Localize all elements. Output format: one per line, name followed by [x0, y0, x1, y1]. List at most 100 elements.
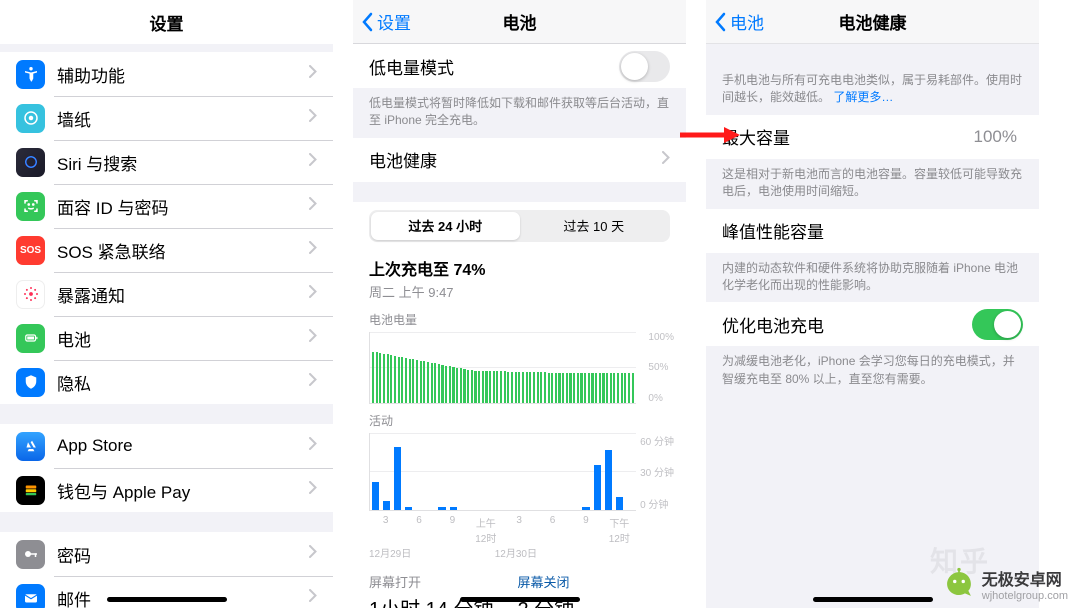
low-power-toggle[interactable]	[619, 51, 670, 82]
max-capacity-desc: 这是相对于新电池而言的电池容量。容量较低可能导致充电后，电池使用时间缩短。	[706, 159, 1039, 209]
row-max-capacity[interactable]: 最大容量 100%	[706, 115, 1039, 159]
max-capacity-value: 100%	[974, 127, 1017, 147]
chevron-right-icon	[662, 151, 670, 169]
ytick: 60 分钟	[640, 433, 674, 448]
chevron-right-icon	[309, 109, 317, 127]
back-button[interactable]: 电池	[714, 9, 764, 34]
row-label: 暴露通知	[57, 282, 309, 307]
sos-icon: SOS	[16, 236, 45, 265]
home-indicator	[107, 597, 227, 602]
row-label: Siri 与搜索	[57, 150, 309, 175]
screen-battery-health: 电池 电池健康 手机电池与所有可充电电池类似，属于易耗部件。使用时间越长，能效越…	[706, 0, 1039, 608]
chevron-right-icon	[309, 373, 317, 391]
row-faceid[interactable]: 面容 ID 与密码	[0, 184, 333, 228]
row-peak-performance[interactable]: 峰值性能容量	[706, 209, 1039, 253]
row-label: 低电量模式	[369, 54, 619, 79]
site-watermark: 无极安卓网 wjhotelgroup.com	[942, 566, 1068, 602]
row-label: 最大容量	[722, 124, 974, 149]
settings-group-2: App Store 钱包与 Apple Pay	[0, 424, 333, 512]
row-label: 辅助功能	[57, 62, 309, 87]
row-exposure[interactable]: 暴露通知	[0, 272, 333, 316]
chevron-right-icon	[309, 285, 317, 303]
settings-group-1: 辅助功能 墙纸 Siri 与搜索 面容 ID 与密码 SOS SO	[0, 52, 333, 404]
date-b: 12月30日	[444, 545, 588, 560]
chart-xaxis-dates: 12月29日 12月30日	[369, 545, 670, 560]
chart-activity: 60 分钟 30 分钟 0 分钟	[369, 433, 670, 511]
battery-icon	[16, 324, 45, 353]
row-label: SOS 紧急联络	[57, 238, 309, 263]
chart-activity-label: 活动	[369, 412, 670, 429]
row-sos[interactable]: SOS SOS 紧急联络	[0, 228, 333, 272]
exposure-icon	[16, 280, 45, 309]
nav-bar: 电池 电池健康	[706, 0, 1039, 44]
chevron-right-icon	[309, 329, 317, 347]
chart-xaxis: 369上午12时369下午12时	[369, 515, 670, 545]
watermark-logo-icon	[942, 567, 976, 601]
appstore-icon	[16, 432, 45, 461]
row-low-power[interactable]: 低电量模式	[353, 44, 686, 88]
row-battery-health[interactable]: 电池健康	[353, 138, 686, 182]
chevron-right-icon	[309, 589, 317, 607]
wallet-icon	[16, 476, 45, 505]
row-mail[interactable]: 邮件	[0, 576, 333, 608]
row-label: 电池	[57, 326, 309, 351]
row-wallpaper[interactable]: 墙纸	[0, 96, 333, 140]
learn-more-link[interactable]: 了解更多…	[833, 90, 893, 104]
row-passwords[interactable]: 密码	[0, 532, 333, 576]
segment-10d[interactable]: 过去 10 天	[520, 212, 669, 240]
ytick: 50%	[648, 362, 674, 373]
low-power-desc: 低电量模式将暂时降低如下载和邮件获取等后台活动，直至 iPhone 完全充电。	[353, 88, 686, 138]
time-range-segmented[interactable]: 过去 24 小时 过去 10 天	[369, 210, 670, 242]
chevron-right-icon	[309, 241, 317, 259]
ytick: 0 分钟	[640, 496, 674, 511]
watermark-title: 无极安卓网	[982, 566, 1068, 590]
home-indicator	[460, 597, 580, 602]
screen-off-label: 屏幕关闭	[517, 572, 574, 591]
row-privacy[interactable]: 隐私	[0, 360, 333, 404]
row-label: 钱包与 Apple Pay	[57, 478, 309, 503]
row-siri[interactable]: Siri 与搜索	[0, 140, 333, 184]
last-charge-title: 上次充电至 74%	[369, 252, 670, 280]
segment-24h[interactable]: 过去 24 小时	[371, 212, 520, 240]
row-label: 优化电池充电	[722, 312, 972, 337]
accessibility-icon	[16, 60, 45, 89]
chevron-right-icon	[309, 65, 317, 83]
row-optimize-charging[interactable]: 优化电池充电	[706, 302, 1039, 346]
row-label: 电池健康	[369, 147, 662, 172]
home-indicator	[813, 597, 933, 602]
key-icon	[16, 540, 45, 569]
row-accessibility[interactable]: 辅助功能	[0, 52, 333, 96]
row-wallet[interactable]: 钱包与 Apple Pay	[0, 468, 333, 512]
wallpaper-icon	[16, 104, 45, 133]
row-label: 峰值性能容量	[722, 218, 1023, 243]
nav-bar: 设置 电池	[353, 0, 686, 44]
chevron-right-icon	[309, 437, 317, 455]
back-label: 电池	[730, 9, 764, 34]
screen-battery: 设置 电池 低电量模式 低电量模式将暂时降低如下载和邮件获取等后台活动，直至 i…	[353, 0, 686, 608]
nav-title: 电池健康	[839, 9, 907, 34]
faceid-icon	[16, 192, 45, 221]
optimize-toggle[interactable]	[972, 309, 1023, 340]
ytick: 100%	[648, 332, 674, 343]
siri-icon	[16, 148, 45, 177]
chevron-right-icon	[309, 481, 317, 499]
privacy-icon	[16, 368, 45, 397]
chevron-right-icon	[309, 153, 317, 171]
nav-bar: 设置	[0, 0, 333, 44]
row-label: 墙纸	[57, 106, 309, 131]
row-label: 面容 ID 与密码	[57, 194, 309, 219]
watermark-url: wjhotelgroup.com	[982, 590, 1068, 602]
date-a: 12月29日	[369, 545, 444, 560]
row-appstore[interactable]: App Store	[0, 424, 333, 468]
mail-icon	[16, 584, 45, 608]
screen-on-label: 屏幕打开	[369, 572, 493, 591]
back-label: 设置	[377, 9, 411, 34]
nav-title: 电池	[503, 9, 537, 34]
back-button[interactable]: 设置	[361, 9, 411, 34]
intro-text: 手机电池与所有可充电电池类似，属于易耗部件。使用时间越长，能效越低。 了解更多…	[706, 44, 1039, 115]
ytick: 0%	[648, 393, 674, 404]
chart-battery: 100% 50% 0%	[369, 332, 670, 404]
row-battery[interactable]: 电池	[0, 316, 333, 360]
peak-desc: 内建的动态软件和硬件系统将协助克服随着 iPhone 电池化学老化而出现的性能影…	[706, 253, 1039, 303]
ytick: 30 分钟	[640, 464, 674, 479]
